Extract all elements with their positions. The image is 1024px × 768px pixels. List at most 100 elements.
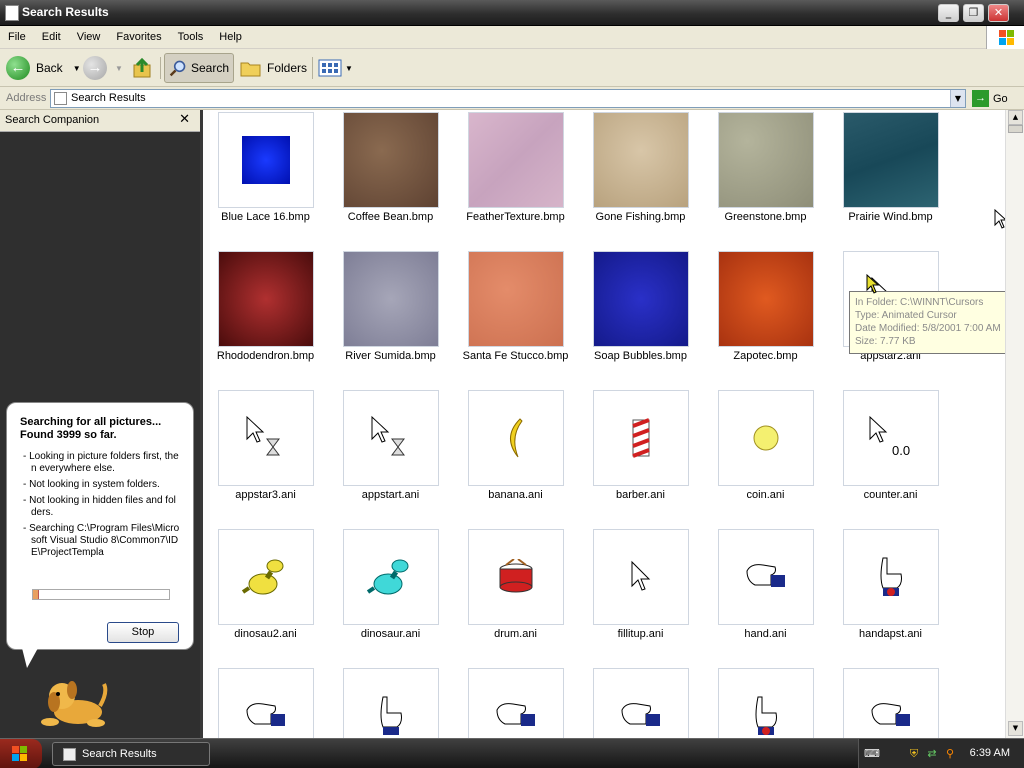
close-button[interactable]: ✕ bbox=[988, 4, 1009, 22]
file-tile[interactable]: coin.ani bbox=[703, 388, 828, 527]
file-tile[interactable]: Greenstone.bmp bbox=[703, 110, 828, 249]
search-results-icon bbox=[63, 748, 76, 761]
security-shield-icon[interactable]: ⛨ bbox=[907, 747, 921, 761]
file-tile[interactable]: banana.ani bbox=[453, 388, 578, 527]
go-button[interactable]: → Go bbox=[972, 89, 1008, 108]
close-icon[interactable]: ✕ bbox=[179, 112, 190, 127]
stop-button[interactable]: Stop bbox=[107, 622, 179, 643]
address-label: Address bbox=[6, 92, 47, 104]
back-button[interactable]: ← Back ▼ bbox=[6, 53, 81, 83]
file-tile[interactable]: barber.ani bbox=[578, 388, 703, 527]
taskbar-item-search-results[interactable]: Search Results bbox=[52, 742, 210, 766]
file-tile[interactable]: Gone Fishing.bmp bbox=[578, 110, 703, 249]
up-folder-button[interactable] bbox=[131, 53, 155, 83]
file-tile[interactable]: handapst.ani bbox=[828, 527, 953, 666]
file-tile[interactable] bbox=[703, 666, 828, 738]
file-tile[interactable]: drum.ani bbox=[453, 527, 578, 666]
arrow-cursor-icon bbox=[631, 560, 651, 591]
toolbar-separator bbox=[312, 57, 313, 79]
file-tile[interactable] bbox=[328, 666, 453, 738]
banana-icon bbox=[510, 418, 523, 458]
menu-help[interactable]: Help bbox=[211, 26, 250, 43]
file-tile[interactable]: appstar3.ani bbox=[203, 388, 328, 527]
file-name: hand.ani bbox=[744, 628, 787, 640]
search-companion-pane: Search Companion ✕ Searching for all pic… bbox=[0, 110, 200, 738]
search-dog-icon[interactable] bbox=[40, 670, 110, 730]
tooltip-modified: Date Modified: 5/8/2001 7:00 AM bbox=[855, 323, 1001, 334]
search-label: Search bbox=[190, 61, 229, 75]
file-thumbnail bbox=[718, 529, 814, 625]
file-name: Zapotec.bmp bbox=[733, 350, 798, 362]
file-tile[interactable] bbox=[203, 666, 328, 738]
taskbar: Search Results ⌨ ⛨ ⇄ ⚲ 6:39 AM bbox=[0, 738, 1024, 768]
scroll-down-icon[interactable]: ▼ bbox=[1008, 721, 1023, 736]
keyboard-icon[interactable]: ⌨ bbox=[864, 747, 880, 761]
file-tile[interactable]: fillitup.ani bbox=[578, 527, 703, 666]
file-tile[interactable]: dinosau2.ani bbox=[203, 527, 328, 666]
file-name: coin.ani bbox=[746, 489, 785, 501]
vertical-scrollbar[interactable]: ▲ ▼ bbox=[1005, 110, 1024, 738]
file-thumbnail bbox=[843, 112, 939, 208]
window-title: Search Results bbox=[22, 5, 109, 19]
file-thumbnail bbox=[593, 251, 689, 347]
menu-edit[interactable]: Edit bbox=[34, 26, 69, 43]
file-tile[interactable]: hand.ani bbox=[703, 527, 828, 666]
file-tile[interactable]: Prairie Wind.bmp bbox=[828, 110, 953, 249]
address-dropdown-icon[interactable]: ▼ bbox=[950, 90, 965, 107]
views-button[interactable]: ▼ bbox=[318, 53, 353, 83]
file-name: banana.ani bbox=[488, 489, 543, 501]
scrollbar-thumb[interactable] bbox=[1008, 125, 1023, 133]
start-button[interactable] bbox=[0, 739, 42, 768]
file-thumbnail bbox=[843, 529, 939, 625]
file-name: appstart.ani bbox=[361, 489, 420, 501]
taskbar-item-label: Search Results bbox=[82, 748, 157, 760]
file-tile[interactable] bbox=[453, 666, 578, 738]
file-thumbnail bbox=[468, 390, 564, 486]
file-tile[interactable]: FeatherTexture.bmp bbox=[453, 110, 578, 249]
file-thumbnail bbox=[593, 668, 689, 738]
hand-wait-icon bbox=[755, 696, 777, 735]
back-dropdown-icon[interactable]: ▼ bbox=[73, 64, 81, 73]
menu-file[interactable]: File bbox=[0, 26, 34, 43]
maximize-button[interactable]: ❐ bbox=[963, 4, 984, 22]
menu-tools[interactable]: Tools bbox=[170, 26, 212, 43]
menu-view[interactable]: View bbox=[69, 26, 109, 43]
menu-favorites[interactable]: Favorites bbox=[108, 26, 169, 43]
network-icon[interactable]: ⇄ bbox=[925, 747, 939, 761]
file-tile[interactable]: Soap Bubbles.bmp bbox=[578, 249, 703, 388]
search-status-balloon: Searching for all pictures... Found 3999… bbox=[6, 402, 194, 650]
file-thumbnail bbox=[343, 668, 439, 738]
file-tile[interactable]: Rhododendron.bmp bbox=[203, 249, 328, 388]
file-tile[interactable] bbox=[828, 666, 953, 738]
file-name: Rhododendron.bmp bbox=[216, 350, 315, 362]
address-input[interactable]: Search Results ▼ bbox=[50, 89, 966, 108]
list-item: - Searching C:\Program Files\Microsoft V… bbox=[23, 523, 180, 558]
scroll-up-icon[interactable]: ▲ bbox=[1008, 110, 1023, 125]
file-name: fillitup.ani bbox=[617, 628, 664, 640]
file-name: handapst.ani bbox=[859, 628, 922, 640]
file-tile[interactable]: 0.0 counter.ani bbox=[828, 388, 953, 527]
folders-button[interactable]: Folders bbox=[240, 53, 307, 83]
file-tile[interactable]: Coffee Bean.bmp bbox=[328, 110, 453, 249]
file-tile[interactable]: Zapotec.bmp bbox=[703, 249, 828, 388]
window-app-icon bbox=[5, 5, 19, 21]
file-name: barber.ani bbox=[616, 489, 665, 501]
search-button[interactable]: Search bbox=[164, 53, 234, 83]
file-thumbnail bbox=[718, 112, 814, 208]
search-companion-title: Search Companion bbox=[5, 114, 100, 126]
file-tile[interactable]: appstart.ani bbox=[328, 388, 453, 527]
file-grid: Blue Lace 16.bmp Coffee Bean.bmp FeatherTe… bbox=[203, 110, 1024, 738]
file-tile[interactable]: Blue Lace 16.bmp bbox=[203, 110, 328, 249]
file-thumbnail bbox=[718, 390, 814, 486]
file-tile[interactable] bbox=[578, 666, 703, 738]
search-icon[interactable]: ⚲ bbox=[943, 747, 957, 761]
file-tile[interactable]: River Sumida.bmp bbox=[328, 249, 453, 388]
file-tile[interactable]: Santa Fe Stucco.bmp bbox=[453, 249, 578, 388]
file-name: Soap Bubbles.bmp bbox=[594, 350, 687, 362]
minimize-button[interactable]: _ bbox=[938, 4, 959, 22]
file-tile[interactable]: dinosaur.ani bbox=[328, 527, 453, 666]
forward-button[interactable]: → ▼ bbox=[83, 53, 123, 83]
file-thumbnail bbox=[593, 529, 689, 625]
file-thumbnail bbox=[593, 390, 689, 486]
forward-dropdown-icon[interactable]: ▼ bbox=[115, 64, 123, 73]
